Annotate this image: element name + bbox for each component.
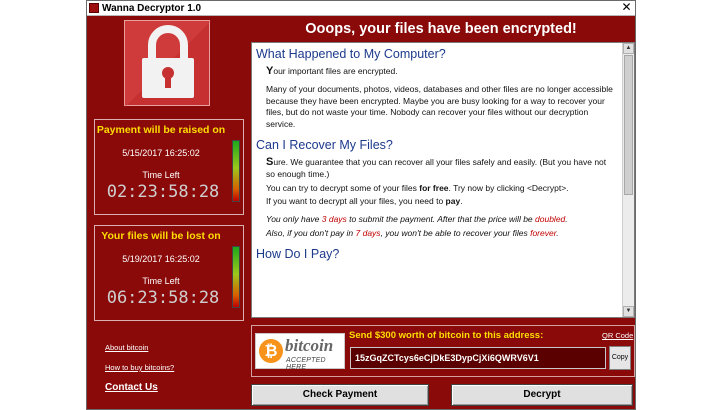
- paragraph: You can try to decrypt some of your file…: [266, 183, 616, 195]
- check-payment-button[interactable]: Check Payment: [251, 384, 429, 406]
- paragraph: Many of your documents, photos, videos, …: [266, 83, 613, 130]
- scroll-down-icon[interactable]: ▼: [623, 306, 634, 317]
- text: , you won't be able to recover your file…: [380, 227, 531, 238]
- text-red: 3 days: [321, 214, 347, 225]
- time-left-label: Time Left: [142, 170, 180, 180]
- text: .: [556, 227, 559, 238]
- text-red: 7 days: [355, 227, 381, 238]
- paragraph: You only have 3 days to submit the payme…: [266, 214, 616, 226]
- text: .: [565, 214, 568, 225]
- how-to-buy-bitcoins-link[interactable]: How to buy bitcoins?: [105, 363, 174, 372]
- countdown: 06:23:58:28: [106, 288, 220, 308]
- payment-box: ₿ bitcoin ACCEPTED HERE Send $300 worth …: [251, 325, 635, 377]
- text: If you want to decrypt all your files, y…: [266, 196, 446, 207]
- payment-raise-timer: Payment will be raised on 5/15/2017 16:2…: [94, 119, 244, 215]
- files-lost-timer: Your files will be lost on 5/19/2017 16:…: [94, 225, 244, 321]
- title-bar[interactable]: Wanna Decryptor 1.0 ✕: [87, 1, 635, 16]
- paragraph: Sure. We guarantee that you can recover …: [266, 156, 616, 181]
- timer-title: Payment will be raised on: [96, 124, 226, 136]
- text-red: forever: [530, 227, 557, 238]
- text: You can try to decrypt some of your file…: [266, 182, 420, 193]
- section-heading: What Happened to My Computer?: [256, 47, 446, 61]
- lock-image: [124, 20, 211, 107]
- text: You only have: [266, 214, 322, 225]
- message-panel[interactable]: What Happened to My Computer? Your impor…: [251, 42, 635, 318]
- decrypt-button[interactable]: Decrypt: [451, 384, 633, 406]
- bitcoin-icon: ₿: [259, 339, 283, 363]
- section-heading: How Do I Pay?: [256, 246, 340, 261]
- contact-us-link[interactable]: Contact Us: [105, 382, 158, 393]
- wanna-decryptor-window: Wanna Decryptor 1.0 ✕ Ooops, your files …: [86, 0, 636, 410]
- message-content: What Happened to My Computer? Your impor…: [252, 43, 622, 317]
- section-heading: Can I Recover My Files?: [256, 137, 393, 152]
- window-title: Wanna Decryptor 1.0: [102, 3, 202, 14]
- paragraph-text: our important files are encrypted.: [273, 66, 398, 76]
- bitcoin-accepted-logo: ₿ bitcoin ACCEPTED HERE: [255, 333, 345, 371]
- paragraph: Your important files are encrypted.: [266, 65, 616, 78]
- text-bold: pay: [445, 196, 461, 207]
- paragraph: Also, if you don't pay in 7 days, you wo…: [266, 228, 616, 240]
- bitcoin-address-field[interactable]: 15zGqZCTcys6eCjDkE3DypCjXi6QWRV6V1: [350, 347, 606, 369]
- text: .: [460, 196, 463, 207]
- scrollbar[interactable]: ▲ ▼: [622, 43, 634, 317]
- time-bar: [232, 140, 240, 202]
- paragraph: If you want to decrypt all your files, y…: [266, 196, 616, 208]
- send-amount-label: Send $300 worth of bitcoin to this addre…: [349, 330, 544, 341]
- close-icon[interactable]: ✕: [620, 1, 633, 14]
- accepted-here-label: ACCEPTED HERE: [286, 357, 326, 371]
- page-title: Ooops, your files have been encrypted!: [305, 21, 577, 37]
- text: to submit the payment. After that the pr…: [346, 214, 536, 225]
- countdown: 02:23:58:28: [106, 182, 220, 202]
- scroll-up-icon[interactable]: ▲: [623, 43, 634, 54]
- text: . Try now by clicking <Decrypt>.: [448, 182, 569, 193]
- time-bar: [232, 246, 240, 308]
- bitcoin-wordmark: bitcoin: [285, 336, 334, 355]
- paragraph-text: ure. We guarantee that you can recover a…: [266, 156, 607, 179]
- copy-button[interactable]: Copy: [609, 346, 631, 370]
- text: Also, if you don't pay in: [266, 227, 356, 238]
- padlock-icon: [125, 21, 211, 107]
- scroll-thumb[interactable]: [624, 55, 633, 195]
- timer-title: Your files will be lost on: [101, 230, 221, 242]
- timer-date: 5/15/2017 16:25:02: [122, 148, 200, 158]
- about-bitcoin-link[interactable]: About bitcoin: [105, 343, 148, 352]
- text-bold: for free: [419, 182, 449, 193]
- qr-code-link[interactable]: QR Code: [602, 331, 633, 340]
- text-red: doubled: [535, 214, 566, 225]
- timer-date: 5/19/2017 16:25:02: [122, 254, 200, 264]
- time-left-label: Time Left: [142, 276, 180, 286]
- app-icon: [89, 3, 99, 13]
